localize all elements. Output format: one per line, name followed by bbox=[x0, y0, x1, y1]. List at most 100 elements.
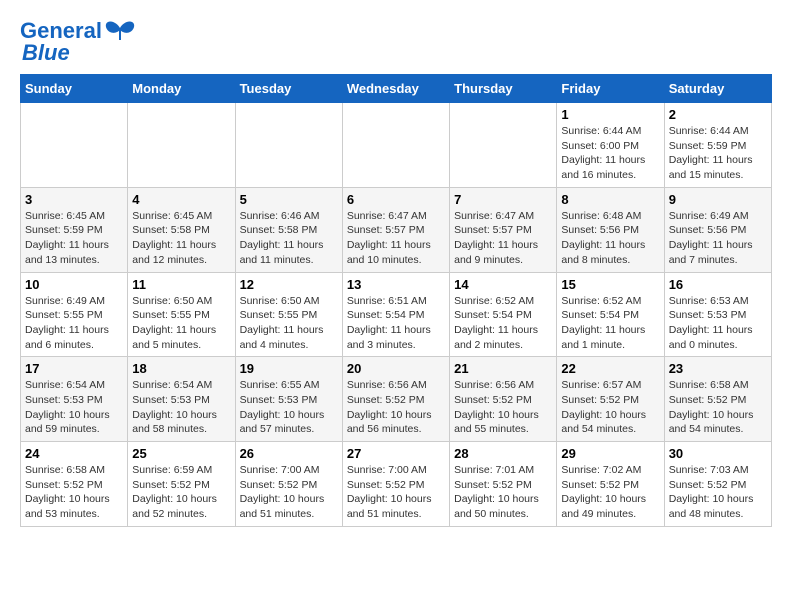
day-info: Sunrise: 6:54 AM Sunset: 5:53 PM Dayligh… bbox=[132, 378, 230, 437]
calendar-cell: 25 Sunrise: 6:59 AM Sunset: 5:52 PM Dayli… bbox=[128, 442, 235, 527]
day-number: 20 bbox=[347, 361, 445, 376]
day-number: 26 bbox=[240, 446, 338, 461]
day-number: 29 bbox=[561, 446, 659, 461]
day-number: 8 bbox=[561, 192, 659, 207]
day-number: 15 bbox=[561, 277, 659, 292]
weekday-header: Monday bbox=[128, 75, 235, 103]
day-info: Sunrise: 7:00 AM Sunset: 5:52 PM Dayligh… bbox=[347, 463, 445, 522]
calendar-cell bbox=[450, 103, 557, 188]
day-info: Sunrise: 6:58 AM Sunset: 5:52 PM Dayligh… bbox=[25, 463, 123, 522]
day-info: Sunrise: 6:47 AM Sunset: 5:57 PM Dayligh… bbox=[347, 209, 445, 268]
calendar-cell: 22 Sunrise: 6:57 AM Sunset: 5:52 PM Dayli… bbox=[557, 357, 664, 442]
logo-text: General bbox=[20, 20, 102, 42]
day-number: 17 bbox=[25, 361, 123, 376]
calendar-cell: 19Sunrise: 6:55 AM Sunset: 5:53 PM Dayli… bbox=[235, 357, 342, 442]
calendar-cell: 6 Sunrise: 6:47 AM Sunset: 5:57 PM Daylig… bbox=[342, 187, 449, 272]
calendar-cell: 10 Sunrise: 6:49 AM Sunset: 5:55 PM Dayli… bbox=[21, 272, 128, 357]
calendar-cell: 20 Sunrise: 6:56 AM Sunset: 5:52 PM Dayli… bbox=[342, 357, 449, 442]
day-info: Sunrise: 7:03 AM Sunset: 5:52 PM Dayligh… bbox=[669, 463, 767, 522]
calendar-cell: 11 Sunrise: 6:50 AM Sunset: 5:55 PM Dayli… bbox=[128, 272, 235, 357]
calendar-cell: 17 Sunrise: 6:54 AM Sunset: 5:53 PM Dayli… bbox=[21, 357, 128, 442]
day-number: 7 bbox=[454, 192, 552, 207]
calendar-header-row: SundayMondayTuesdayWednesdayThursdayFrid… bbox=[21, 75, 772, 103]
day-info: Sunrise: 6:49 AM Sunset: 5:56 PM Dayligh… bbox=[669, 209, 767, 268]
logo-blue: Blue bbox=[22, 42, 70, 64]
day-info: Sunrise: 6:57 AM Sunset: 5:52 PM Dayligh… bbox=[561, 378, 659, 437]
day-number: 16 bbox=[669, 277, 767, 292]
calendar-cell bbox=[128, 103, 235, 188]
calendar-cell: 28 Sunrise: 7:01 AM Sunset: 5:52 PM Dayli… bbox=[450, 442, 557, 527]
day-number: 12 bbox=[240, 277, 338, 292]
day-info: Sunrise: 6:48 AM Sunset: 5:56 PM Dayligh… bbox=[561, 209, 659, 268]
weekday-header: Friday bbox=[557, 75, 664, 103]
logo: General Blue bbox=[20, 20, 136, 64]
weekday-header: Thursday bbox=[450, 75, 557, 103]
calendar-cell: 5 Sunrise: 6:46 AM Sunset: 5:58 PM Daylig… bbox=[235, 187, 342, 272]
day-number: 3 bbox=[25, 192, 123, 207]
weekday-header: Sunday bbox=[21, 75, 128, 103]
day-number: 30 bbox=[669, 446, 767, 461]
day-number: 28 bbox=[454, 446, 552, 461]
day-info: Sunrise: 6:50 AM Sunset: 5:55 PM Dayligh… bbox=[240, 294, 338, 353]
day-number: 18 bbox=[132, 361, 230, 376]
day-info: Sunrise: 6:45 AM Sunset: 5:58 PM Dayligh… bbox=[132, 209, 230, 268]
calendar-cell: 21 Sunrise: 6:56 AM Sunset: 5:52 PM Dayli… bbox=[450, 357, 557, 442]
calendar-cell: 1 Sunrise: 6:44 AM Sunset: 6:00 PM Daylig… bbox=[557, 103, 664, 188]
day-info: Sunrise: 6:46 AM Sunset: 5:58 PM Dayligh… bbox=[240, 209, 338, 268]
day-number: 21 bbox=[454, 361, 552, 376]
calendar-cell: 30 Sunrise: 7:03 AM Sunset: 5:52 PM Dayli… bbox=[664, 442, 771, 527]
day-number: 11 bbox=[132, 277, 230, 292]
day-info: Sunrise: 6:52 AM Sunset: 5:54 PM Dayligh… bbox=[454, 294, 552, 353]
calendar-week-row: 1 Sunrise: 6:44 AM Sunset: 6:00 PM Daylig… bbox=[21, 103, 772, 188]
day-number: 9 bbox=[669, 192, 767, 207]
day-number: 25 bbox=[132, 446, 230, 461]
weekday-header: Saturday bbox=[664, 75, 771, 103]
day-number: 6 bbox=[347, 192, 445, 207]
calendar-cell: 12 Sunrise: 6:50 AM Sunset: 5:55 PM Dayli… bbox=[235, 272, 342, 357]
day-number: 13 bbox=[347, 277, 445, 292]
calendar-cell bbox=[21, 103, 128, 188]
day-info: Sunrise: 7:01 AM Sunset: 5:52 PM Dayligh… bbox=[454, 463, 552, 522]
day-number: 4 bbox=[132, 192, 230, 207]
calendar-cell bbox=[342, 103, 449, 188]
calendar-week-row: 10 Sunrise: 6:49 AM Sunset: 5:55 PM Dayli… bbox=[21, 272, 772, 357]
calendar-cell: 4 Sunrise: 6:45 AM Sunset: 5:58 PM Daylig… bbox=[128, 187, 235, 272]
day-info: Sunrise: 6:44 AM Sunset: 5:59 PM Dayligh… bbox=[669, 124, 767, 183]
calendar-cell: 15Sunrise: 6:52 AM Sunset: 5:54 PM Dayli… bbox=[557, 272, 664, 357]
day-info: Sunrise: 7:00 AM Sunset: 5:52 PM Dayligh… bbox=[240, 463, 338, 522]
day-number: 24 bbox=[25, 446, 123, 461]
calendar-cell: 13 Sunrise: 6:51 AM Sunset: 5:54 PM Dayli… bbox=[342, 272, 449, 357]
day-info: Sunrise: 6:54 AM Sunset: 5:53 PM Dayligh… bbox=[25, 378, 123, 437]
day-info: Sunrise: 6:45 AM Sunset: 5:59 PM Dayligh… bbox=[25, 209, 123, 268]
day-info: Sunrise: 6:47 AM Sunset: 5:57 PM Dayligh… bbox=[454, 209, 552, 268]
calendar-cell: 7 Sunrise: 6:47 AM Sunset: 5:57 PM Daylig… bbox=[450, 187, 557, 272]
day-info: Sunrise: 6:50 AM Sunset: 5:55 PM Dayligh… bbox=[132, 294, 230, 353]
day-number: 23 bbox=[669, 361, 767, 376]
day-info: Sunrise: 6:44 AM Sunset: 6:00 PM Dayligh… bbox=[561, 124, 659, 183]
day-number: 19 bbox=[240, 361, 338, 376]
calendar-week-row: 3 Sunrise: 6:45 AM Sunset: 5:59 PM Daylig… bbox=[21, 187, 772, 272]
calendar-cell: 8 Sunrise: 6:48 AM Sunset: 5:56 PM Daylig… bbox=[557, 187, 664, 272]
calendar-cell: 18 Sunrise: 6:54 AM Sunset: 5:53 PM Dayli… bbox=[128, 357, 235, 442]
calendar-cell: 29 Sunrise: 7:02 AM Sunset: 5:52 PM Dayli… bbox=[557, 442, 664, 527]
day-info: Sunrise: 6:51 AM Sunset: 5:54 PM Dayligh… bbox=[347, 294, 445, 353]
day-number: 22 bbox=[561, 361, 659, 376]
day-info: Sunrise: 6:59 AM Sunset: 5:52 PM Dayligh… bbox=[132, 463, 230, 522]
day-info: Sunrise: 7:02 AM Sunset: 5:52 PM Dayligh… bbox=[561, 463, 659, 522]
calendar-cell: 2 Sunrise: 6:44 AM Sunset: 5:59 PM Daylig… bbox=[664, 103, 771, 188]
day-info: Sunrise: 6:56 AM Sunset: 5:52 PM Dayligh… bbox=[347, 378, 445, 437]
calendar-week-row: 24 Sunrise: 6:58 AM Sunset: 5:52 PM Dayli… bbox=[21, 442, 772, 527]
day-number: 10 bbox=[25, 277, 123, 292]
calendar-cell: 14Sunrise: 6:52 AM Sunset: 5:54 PM Dayli… bbox=[450, 272, 557, 357]
day-info: Sunrise: 6:56 AM Sunset: 5:52 PM Dayligh… bbox=[454, 378, 552, 437]
day-info: Sunrise: 6:58 AM Sunset: 5:52 PM Dayligh… bbox=[669, 378, 767, 437]
day-number: 1 bbox=[561, 107, 659, 122]
calendar-cell: 9 Sunrise: 6:49 AM Sunset: 5:56 PM Daylig… bbox=[664, 187, 771, 272]
day-number: 2 bbox=[669, 107, 767, 122]
day-number: 5 bbox=[240, 192, 338, 207]
calendar-cell: 23 Sunrise: 6:58 AM Sunset: 5:52 PM Dayli… bbox=[664, 357, 771, 442]
calendar-cell bbox=[235, 103, 342, 188]
day-info: Sunrise: 6:49 AM Sunset: 5:55 PM Dayligh… bbox=[25, 294, 123, 353]
day-number: 27 bbox=[347, 446, 445, 461]
day-info: Sunrise: 6:53 AM Sunset: 5:53 PM Dayligh… bbox=[669, 294, 767, 353]
